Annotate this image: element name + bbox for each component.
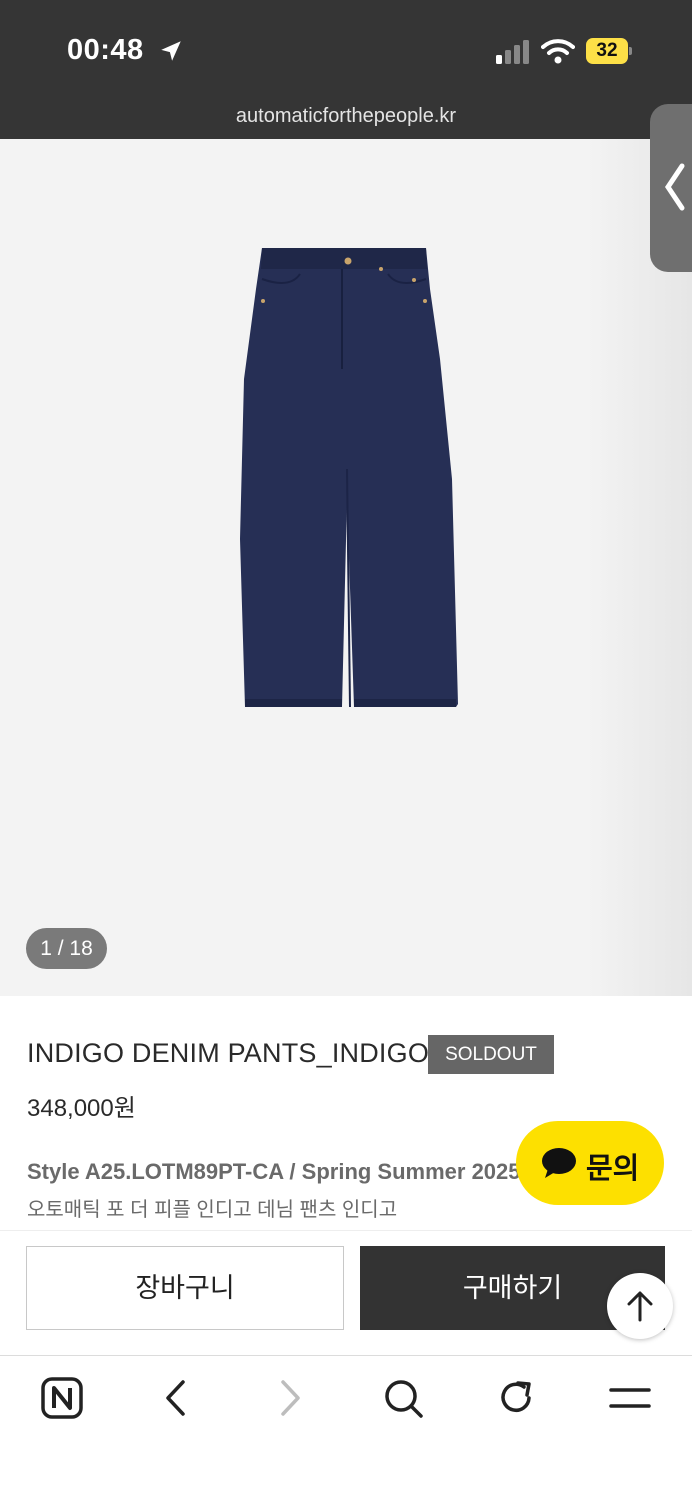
product-style-line: Style A25.LOTM89PT-CA / Spring Summer 20… <box>27 1159 521 1184</box>
refresh-icon[interactable] <box>494 1376 538 1420</box>
inquiry-chat-button[interactable]: 문의 <box>516 1121 664 1205</box>
browser-toolbar <box>0 1355 692 1501</box>
wifi-icon <box>541 39 575 64</box>
browser-top-bar: 00:48 32 automaticforthepeople.kr <box>0 0 692 139</box>
gallery-counter: 1 / 18 <box>26 928 107 969</box>
product-title: INDIGO DENIM PANTS_INDIGO <box>27 1038 430 1068</box>
back-arrow-icon[interactable] <box>154 1376 198 1420</box>
search-icon[interactable] <box>381 1376 425 1420</box>
chat-bubble-icon <box>542 1148 576 1178</box>
arrow-up-icon <box>627 1291 653 1322</box>
soldout-badge: SOLDOUT <box>428 1035 554 1074</box>
product-image-jeans <box>0 139 692 996</box>
cellular-signal-icon <box>496 40 529 64</box>
forward-arrow-icon[interactable] <box>268 1376 312 1420</box>
product-price: 348,000원 <box>27 1095 136 1122</box>
location-arrow-icon <box>161 41 181 61</box>
inquiry-label: 문의 <box>586 1153 640 1185</box>
menu-icon[interactable] <box>608 1376 652 1420</box>
address-bar-url[interactable]: automaticforthepeople.kr <box>0 105 692 128</box>
status-time: 00:48 <box>67 34 144 66</box>
naver-home-icon[interactable] <box>40 1376 84 1420</box>
side-panel-toggle[interactable] <box>650 104 692 272</box>
product-korean-name: 오토매틱 포 더 피플 인디고 데님 팬츠 인디고 <box>27 1199 398 1221</box>
product-image-gallery[interactable] <box>0 104 692 996</box>
battery-indicator: 32 <box>586 38 632 64</box>
add-to-cart-button[interactable]: 장바구니 <box>26 1246 344 1330</box>
chevron-left-icon <box>664 163 685 211</box>
scroll-to-top-button[interactable] <box>607 1273 673 1339</box>
battery-level: 32 <box>596 40 618 61</box>
